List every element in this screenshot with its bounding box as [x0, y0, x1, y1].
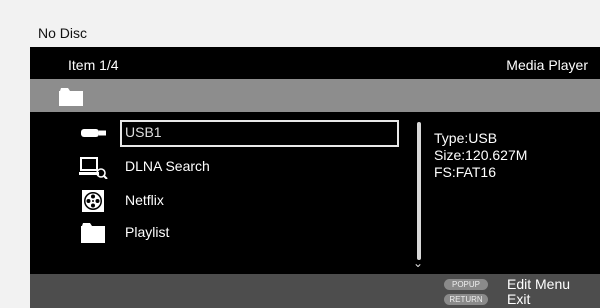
popup-action-label: Edit Menu — [507, 276, 571, 292]
list-item-label: USB1 — [125, 124, 162, 140]
list-item-label: Netflix — [125, 192, 164, 208]
list-item-label: Playlist — [125, 224, 170, 240]
list-item-label: DLNA Search — [125, 158, 210, 174]
network-search-icon — [78, 155, 108, 180]
app-title: Media Player — [506, 57, 588, 73]
list-item-netflix[interactable]: Netflix — [30, 186, 430, 216]
return-action-label: Exit — [507, 291, 531, 307]
header-bar: Item 1/4 Media Player — [30, 47, 600, 79]
footer-bar: POPUP Edit Menu RETURN Exit — [30, 274, 600, 308]
return-key-badge: RETURN — [444, 294, 488, 305]
item-info-panel: Type:USB Size:120.627M FS:FAT16 — [434, 130, 527, 181]
info-size: Size:120.627M — [434, 147, 528, 163]
usb-drive-icon — [78, 121, 108, 145]
list-item-usb1[interactable]: USB1 — [30, 118, 430, 148]
chevron-down-icon: ⌄ — [413, 256, 424, 270]
source-list: USB1 DLNA Search Netflix Playlist — [30, 118, 430, 268]
path-bar — [30, 79, 600, 112]
info-filesystem: FS:FAT16 — [434, 164, 496, 180]
media-player-screen: No Disc Item 1/4 Media Player USB1 DLNA … — [30, 0, 600, 308]
disc-status: No Disc — [38, 25, 88, 41]
list-item-playlist[interactable]: Playlist — [30, 218, 430, 248]
folder-icon — [58, 87, 84, 112]
list-scrollbar[interactable] — [417, 122, 421, 260]
list-item-dlna-search[interactable]: DLNA Search — [30, 152, 430, 182]
film-reel-icon — [78, 189, 108, 213]
info-type: Type:USB — [434, 130, 498, 146]
top-status-bar: No Disc — [30, 0, 600, 47]
folder-icon — [78, 221, 108, 245]
popup-key-badge: POPUP — [444, 279, 488, 290]
item-counter: Item 1/4 — [68, 57, 119, 73]
